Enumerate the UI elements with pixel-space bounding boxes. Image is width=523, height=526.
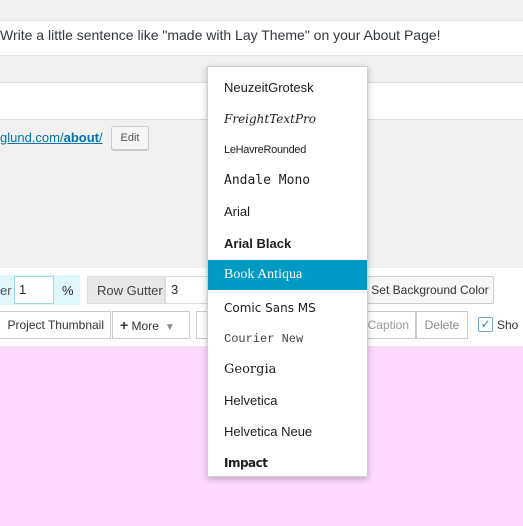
show-label: Sho xyxy=(497,318,519,332)
delete-button[interactable]: Delete xyxy=(416,311,468,339)
font-option-arial[interactable]: Arial xyxy=(208,197,367,227)
more-button[interactable]: + More ▼ xyxy=(112,311,190,339)
font-option-neuzeitgrotesk[interactable]: NeuzeitGrotesk xyxy=(208,73,367,103)
font-dropdown: NeuzeitGrotesk FreightTextPro LeHavreRou… xyxy=(207,66,368,477)
font-option-lehavrerounded[interactable]: LeHavreRounded xyxy=(208,135,367,165)
edit-permalink-button[interactable]: Edit xyxy=(111,126,149,150)
notice-text: Write a little sentence like "made with … xyxy=(0,27,441,43)
plus-icon: + xyxy=(120,317,129,333)
permalink-slug: about xyxy=(63,130,99,145)
set-background-color-button[interactable]: Set Background Color xyxy=(366,276,494,304)
font-option-georgia[interactable]: Georgia xyxy=(208,355,367,385)
font-option-andale-mono[interactable]: Andale Mono xyxy=(208,166,367,196)
percent-unit: % xyxy=(62,283,74,298)
more-label: More xyxy=(131,319,159,333)
font-option-comic-sans-ms[interactable]: Comic Sans MS xyxy=(208,293,367,323)
row-gutter-label: Row Gutter xyxy=(97,283,163,298)
checkmark-icon: ✓ xyxy=(480,317,491,331)
font-option-freighttextpro[interactable]: FreightTextPro xyxy=(208,104,367,134)
frame-setting-label: er xyxy=(0,283,12,298)
caption-button[interactable]: Caption xyxy=(362,311,416,339)
permalink-link[interactable]: glund.com/about/ xyxy=(0,130,103,145)
project-thumbnail-button[interactable]: Project Thumbnail xyxy=(0,311,111,339)
permalink-prefix: glund.com/ xyxy=(0,130,64,145)
row-gutter-input[interactable]: 3 xyxy=(165,276,211,304)
font-option-courier-new[interactable]: Courier New xyxy=(208,324,367,354)
frame-percent-input[interactable]: 1 xyxy=(14,276,54,304)
font-option-arial-black[interactable]: Arial Black xyxy=(208,229,367,259)
show-checkbox[interactable]: ✓ xyxy=(478,317,493,332)
font-option-helvetica-neue[interactable]: Helvetica Neue xyxy=(208,417,367,447)
font-option-book-antiqua[interactable]: Book Antiqua xyxy=(208,260,367,290)
font-option-impact[interactable]: Impact xyxy=(208,448,367,478)
permalink-suffix: / xyxy=(98,130,103,145)
font-option-helvetica[interactable]: Helvetica xyxy=(208,386,367,416)
caret-down-icon: ▼ xyxy=(164,322,175,333)
